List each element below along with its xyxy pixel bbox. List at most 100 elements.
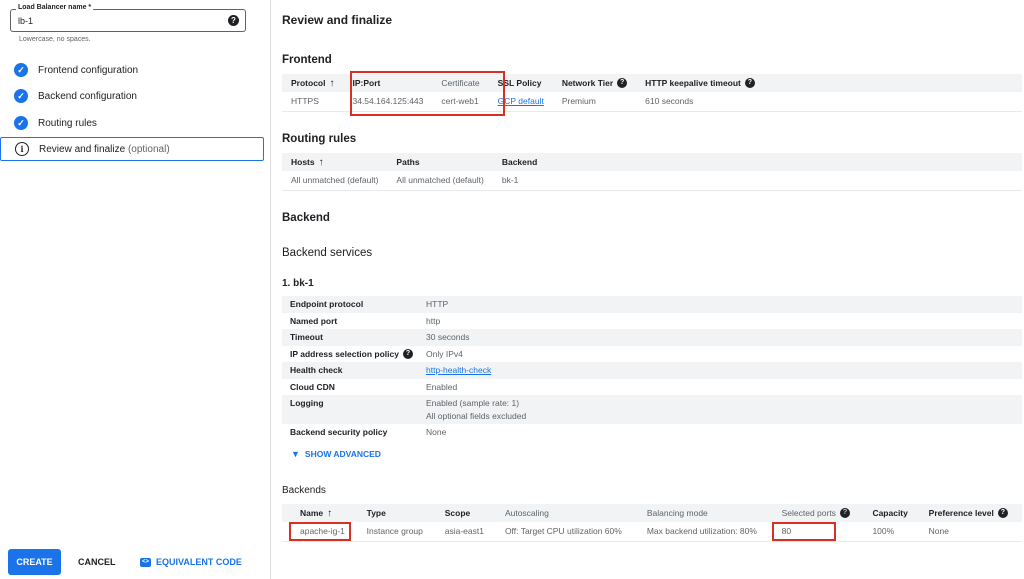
action-bar: CREATE CANCEL <> EQUIVALENT CODE [0, 545, 264, 579]
help-icon[interactable]: ? [402, 349, 413, 360]
step-label: Frontend configuration [38, 64, 139, 76]
help-icon[interactable]: ? [617, 78, 628, 89]
detail-row: Logging Enabled (sample rate: 1) All opti… [282, 395, 1022, 424]
check-circle-icon: ✓ [14, 89, 28, 103]
cancel-button[interactable]: CANCEL [72, 549, 122, 575]
help-icon[interactable]: ? [997, 508, 1008, 519]
detail-key: Endpoint protocol [290, 299, 364, 309]
cell-scope: asia-east1 [435, 522, 496, 542]
table-row: apache-ig-1 Instance group asia-east1 Of… [282, 522, 1022, 542]
check-circle-icon: ✓ [14, 63, 28, 77]
code-icon: <> [140, 557, 151, 567]
sort-arrow-icon: ↑ [327, 507, 333, 519]
frontend-heading: Frontend [282, 54, 332, 66]
detail-value: HTTP [426, 299, 449, 309]
detail-row: Cloud CDN Enabled [282, 379, 1022, 396]
table-row: HTTPS 34.54.164.125:443 cert-web1 GCP de… [282, 92, 1022, 112]
cell-autoscaling: Off: Target CPU utilization 60% [495, 522, 638, 542]
detail-value: None [426, 427, 447, 437]
col-paths: Paths [387, 153, 493, 171]
detail-key: Backend security policy [290, 427, 388, 437]
backends-table: Name ↑ Type Scope Autoscaling Balancing m… [282, 504, 1022, 542]
frontend-table: Protocol ↑ IP:Port Certificate SSL Policy… [282, 74, 1022, 112]
equivalent-code-label: EQUIVALENT CODE [156, 557, 242, 567]
col-hosts[interactable]: Hosts ↑ [282, 153, 388, 171]
detail-row: Endpoint protocol HTTP [282, 296, 1022, 313]
detail-value: http-health-check [426, 362, 491, 379]
cell-preference-level: None [919, 522, 1022, 542]
col-protocol[interactable]: Protocol ↑ [282, 74, 344, 92]
help-icon[interactable]: ? [839, 508, 850, 519]
col-keepalive: HTTP keepalive timeout? [636, 74, 1022, 92]
review-panel: Review and finalize Frontend Protocol ↑ I… [282, 0, 1024, 579]
detail-key: Logging [290, 398, 324, 408]
step-review-and-finalize[interactable]: i Review and finalize (optional) [0, 137, 264, 161]
page-title: Review and finalize [282, 13, 393, 27]
create-button[interactable]: CREATE [8, 549, 61, 575]
cell-certificate: cert-web1 [432, 92, 489, 112]
field-value[interactable]: lb-1 [18, 16, 33, 26]
col-ssl-policy: SSL Policy [488, 74, 553, 92]
cell-backend: bk-1 [492, 171, 1022, 191]
cell-protocol: HTTPS [282, 92, 344, 112]
health-check-link[interactable]: http-health-check [426, 365, 491, 375]
col-type: Type [357, 504, 436, 522]
cell-ip-port: 34.54.164.125:443 [343, 92, 433, 112]
service-title: 1. bk-1 [282, 278, 314, 289]
cell-type: Instance group [357, 522, 436, 542]
check-circle-icon: ✓ [14, 116, 28, 130]
col-selected-ports: Selected ports? [772, 504, 864, 522]
equivalent-code-button[interactable]: <> EQUIVALENT CODE [140, 549, 242, 575]
detail-key: Health check [290, 365, 343, 375]
load-balancer-name-field[interactable]: Load Balancer name * lb-1 ? [10, 4, 246, 32]
step-routing-rules[interactable]: ✓ Routing rules [0, 111, 264, 135]
sort-arrow-icon: ↑ [318, 156, 324, 168]
col-balancing-mode: Balancing mode [637, 504, 773, 522]
panel-divider [270, 0, 271, 579]
step-label: Backend configuration [38, 90, 137, 102]
show-advanced-button[interactable]: ▼ SHOW ADVANCED [291, 449, 381, 459]
info-icon: i [15, 142, 29, 156]
routing-table: Hosts ↑ Paths Backend All unmatched (defa… [282, 153, 1022, 191]
backends-heading: Backends [282, 485, 326, 496]
cell-selected-ports: 80 [772, 522, 864, 542]
table-row: All unmatched (default) All unmatched (d… [282, 171, 1022, 191]
col-network-tier: Network Tier? [552, 74, 637, 92]
cell-ssl-policy: GCP default [488, 92, 553, 112]
step-label: Routing rules [38, 117, 97, 129]
cell-capacity: 100% [863, 522, 920, 542]
col-certificate: Certificate [432, 74, 489, 92]
cell-hosts: All unmatched (default) [282, 171, 388, 191]
detail-row: Backend security policy None [282, 424, 1022, 441]
col-name[interactable]: Name ↑ [282, 504, 358, 522]
field-label: Load Balancer name * [16, 4, 94, 11]
detail-value: http [426, 315, 441, 326]
backend-heading: Backend [282, 212, 330, 224]
detail-value: 30 seconds [426, 332, 470, 342]
ssl-policy-link[interactable]: GCP default [498, 96, 544, 106]
detail-value: Only IPv4 [426, 348, 463, 359]
col-scope: Scope [435, 504, 496, 522]
step-label: Review and finalize (optional) [39, 143, 170, 155]
cell-network-tier: Premium [552, 92, 637, 112]
detail-row: Health check http-health-check [282, 362, 1022, 379]
help-icon[interactable]: ? [228, 15, 239, 26]
chevron-down-icon: ▼ [291, 449, 300, 459]
col-capacity: Capacity [863, 504, 920, 522]
step-backend-configuration[interactable]: ✓ Backend configuration [0, 84, 264, 108]
help-icon[interactable]: ? [744, 78, 755, 89]
detail-key: IP address selection policy? [282, 346, 426, 363]
routing-rules-heading: Routing rules [282, 133, 357, 145]
col-ip-port: IP:Port [343, 74, 433, 92]
backend-services-heading: Backend services [282, 247, 373, 259]
field-hint: Lowercase, no spaces. [19, 36, 91, 43]
backend-service-details: Endpoint protocol HTTP Named port http T… [282, 296, 1022, 441]
detail-value: Enabled (sample rate: 1) All optional fie… [426, 398, 527, 421]
detail-row: Timeout 30 seconds [282, 329, 1022, 346]
cell-name: apache-ig-1 [282, 522, 358, 542]
col-backend: Backend [492, 153, 1022, 171]
cell-balancing-mode: Max backend utilization: 80% [637, 522, 773, 542]
step-frontend-configuration[interactable]: ✓ Frontend configuration [0, 58, 264, 82]
cell-keepalive: 610 seconds [636, 92, 1022, 112]
col-preference-level: Preference level? [919, 504, 1022, 522]
